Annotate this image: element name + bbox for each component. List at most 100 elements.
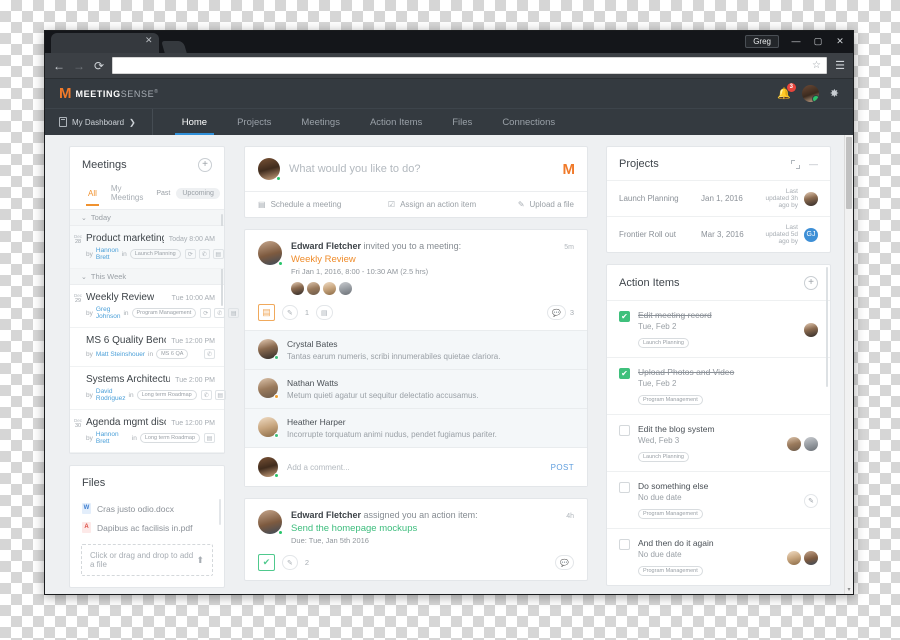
tab-connections[interactable]: Connections	[487, 109, 570, 135]
attachment-icon[interactable]: ✎	[282, 305, 298, 320]
action-items-scrollbar[interactable]	[826, 267, 828, 387]
browser-tab[interactable]: ✕	[51, 33, 159, 53]
reload-icon[interactable]: ⟳	[89, 56, 109, 76]
avatar[interactable]	[801, 85, 819, 102]
list-item[interactable]: Dec 28 Product marketing sync up Today 8…	[70, 226, 224, 269]
check-icon[interactable]: ✔	[258, 554, 275, 571]
meeting-organizer[interactable]: Hannon Brett	[96, 247, 119, 261]
notes-icon[interactable]: ▤	[214, 390, 226, 400]
page-scrollbar[interactable]: ▾	[844, 135, 853, 594]
avatar[interactable]	[258, 158, 281, 181]
list-item[interactable]: Dec 29 Weekly Review Tue 10:00 AM by Gre…	[70, 285, 240, 328]
avatar[interactable]	[787, 436, 801, 451]
scroll-down-icon[interactable]: ▾	[845, 586, 853, 593]
avatar[interactable]	[804, 436, 818, 451]
list-item[interactable]: Edit the blog system Wed, Feb 3 Launch P…	[607, 414, 830, 471]
composer-input[interactable]: What would you like to do?	[289, 163, 554, 175]
list-item[interactable]: Systems Architecture Revie Tue 2:00 PM b…	[70, 367, 226, 410]
avatar[interactable]	[258, 510, 283, 535]
meeting-project-tag[interactable]: Program Management	[131, 308, 197, 318]
back-icon[interactable]: ←	[49, 56, 69, 76]
phone-icon[interactable]: ✆	[214, 308, 226, 318]
action-item-tag[interactable]: Launch Planning	[638, 338, 689, 348]
add-action-item-button[interactable]: +	[804, 276, 818, 290]
post-author[interactable]: Edward Fletcher	[291, 241, 361, 251]
phone-icon[interactable]: ✆	[200, 390, 212, 400]
avatar[interactable]	[804, 191, 818, 206]
scrollbar-thumb[interactable]	[846, 137, 852, 209]
table-row[interactable]: Launch Planning Jan 1, 2016 Last updated…	[607, 180, 830, 216]
comment-author[interactable]: Nathan Watts	[287, 378, 479, 388]
window-user-chip[interactable]: Greg	[745, 34, 779, 48]
meeting-project-tag[interactable]: Launch Planning	[129, 249, 181, 259]
action-item-checkbox[interactable]: ✔	[619, 368, 630, 379]
assign-action-item-button[interactable]: ☑ Assign an action item	[388, 200, 518, 209]
post-action-item-link[interactable]: Send the homepage mockups	[291, 523, 574, 534]
edit-icon[interactable]: ✎	[804, 493, 818, 508]
address-bar[interactable]: ☆	[112, 57, 827, 74]
post-meeting-link[interactable]: Weekly Review	[291, 254, 574, 265]
upload-file-button[interactable]: ✎ Upload a file	[518, 200, 574, 209]
tab-action-items[interactable]: Action Items	[355, 109, 437, 135]
post-comment-button[interactable]: POST	[551, 463, 574, 472]
tab-files[interactable]: Files	[437, 109, 487, 135]
notes-icon[interactable]: ▤	[316, 305, 333, 320]
list-item[interactable]: Dec 30 Agenda mgmt discussion Tue 12:00 …	[70, 410, 224, 453]
avatar[interactable]	[307, 282, 320, 295]
action-item-checkbox[interactable]	[619, 482, 630, 493]
avatar[interactable]	[258, 378, 279, 399]
add-meeting-button[interactable]: +	[198, 158, 212, 172]
tab-home[interactable]: Home	[167, 109, 222, 135]
tab-close-icon[interactable]: ✕	[145, 36, 153, 45]
notes-icon[interactable]: ▤	[228, 308, 240, 318]
meeting-project-tag[interactable]: Long term Roadmap	[136, 390, 197, 400]
meetings-tab-my-meetings[interactable]: My Meetings	[104, 182, 150, 204]
meeting-organizer[interactable]: Greg Johnson	[96, 306, 121, 320]
meeting-organizer[interactable]: David Rodriguez	[96, 388, 126, 402]
avatar[interactable]	[804, 322, 818, 337]
notes-icon[interactable]: ▤	[204, 433, 215, 443]
meeting-project-tag[interactable]: MS 6 QA	[156, 349, 189, 359]
avatar-initials[interactable]: GJ	[804, 227, 818, 242]
table-row[interactable]: Frontier Roll out Mar 3, 2016 Last updat…	[607, 216, 830, 252]
minimize-button[interactable]: —	[785, 33, 807, 49]
forward-icon[interactable]: →	[69, 56, 89, 76]
schedule-meeting-button[interactable]: ▤ Schedule a meeting	[258, 200, 388, 209]
action-item-checkbox[interactable]	[619, 539, 630, 550]
action-item-checkbox[interactable]: ✔	[619, 311, 630, 322]
file-dropzone[interactable]: Click or drag and drop to add a file ⬆	[81, 544, 213, 576]
post-author[interactable]: Edward Fletcher	[291, 510, 361, 520]
phone-icon[interactable]: ✆	[204, 349, 215, 359]
list-item[interactable]: Do something else No due date Program Ma…	[607, 471, 830, 528]
action-item-tag[interactable]: Launch Planning	[638, 452, 689, 462]
meeting-organizer[interactable]: Matt Steinshouer	[96, 351, 145, 358]
app-logo[interactable]: M MEETINGSENSE®	[59, 85, 159, 102]
avatar[interactable]	[291, 282, 304, 295]
meeting-project-tag[interactable]: Long term Roadmap	[139, 433, 200, 443]
gear-icon[interactable]: ✸	[830, 87, 839, 100]
comment-input[interactable]: Add a comment...	[287, 463, 542, 472]
action-item-tag[interactable]: Program Management	[638, 509, 703, 519]
new-tab-button[interactable]	[161, 41, 187, 53]
attachment-icon[interactable]: ✎	[282, 555, 298, 570]
files-scrollbar[interactable]	[219, 499, 221, 525]
notifications-bell-icon[interactable]: 🔔 3	[777, 83, 796, 100]
list-item[interactable]: And then do it again No due date Program…	[607, 528, 830, 585]
action-item-tag[interactable]: Program Management	[638, 566, 703, 576]
list-item[interactable]: MS 6 Quality Benchmarking Tue 12:00 PM b…	[70, 328, 224, 367]
list-item[interactable]: ✔ Upload Photos and Video Tue, Feb 2 Pro…	[607, 357, 830, 414]
notes-icon[interactable]: ▤	[212, 249, 224, 259]
recur-icon[interactable]: ⟳	[184, 249, 196, 259]
close-button[interactable]: ✕	[829, 33, 851, 49]
avatar[interactable]	[258, 457, 279, 478]
list-item[interactable]: Cras justo odio.docx	[70, 499, 224, 518]
browser-menu-icon[interactable]: ☰	[831, 59, 849, 72]
bookmark-star-icon[interactable]: ☆	[812, 60, 821, 71]
maximize-button[interactable]: ▢	[807, 33, 829, 49]
meetings-group-header[interactable]: ⌄ This Week	[70, 269, 224, 285]
meetings-tab-all[interactable]: All	[81, 187, 104, 206]
avatar[interactable]	[804, 550, 818, 565]
comment-icon[interactable]: 💬	[547, 305, 566, 320]
meeting-organizer[interactable]: Hannon Brett	[96, 431, 129, 445]
comment-icon[interactable]: 💬	[555, 555, 574, 570]
